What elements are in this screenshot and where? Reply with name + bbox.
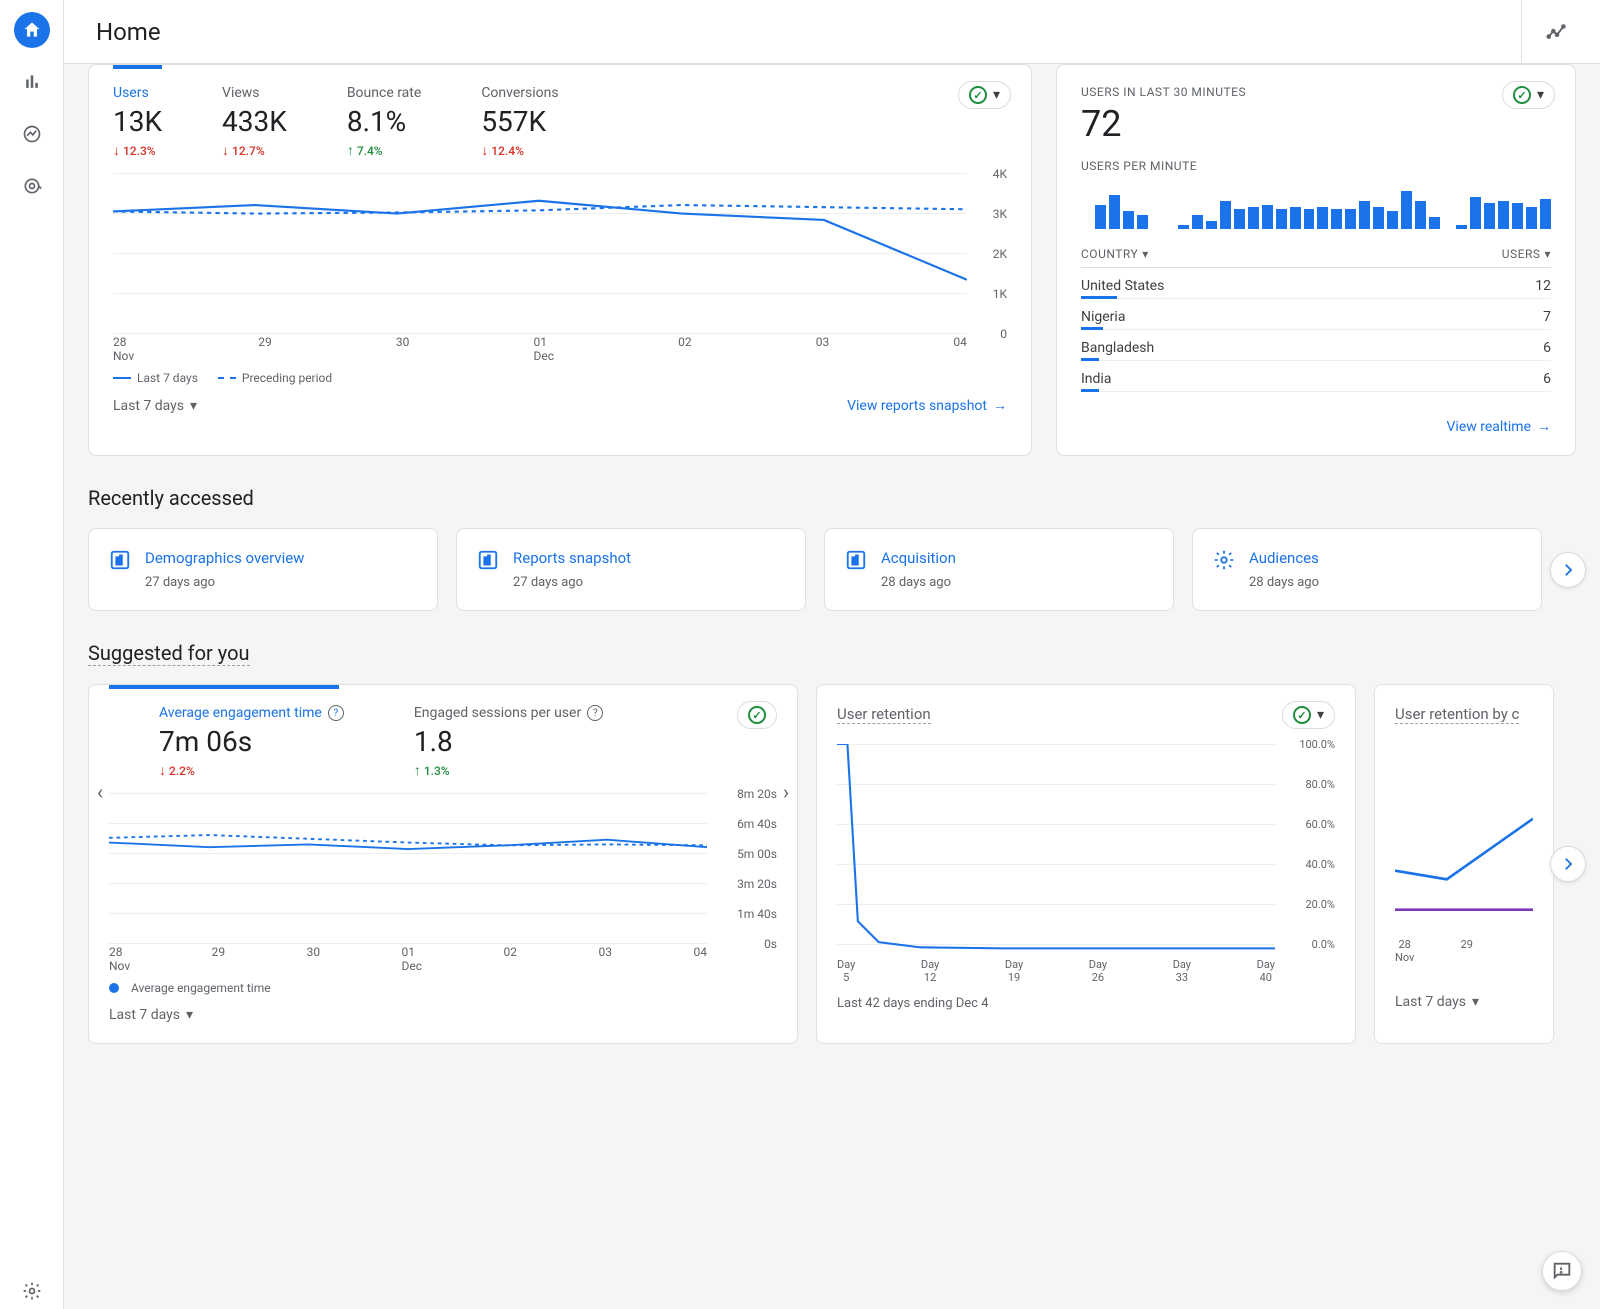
status-badge[interactable]: ✓▾: [958, 81, 1011, 109]
realtime-card: ✓▾ USERS IN LAST 30 MINUTES 72 USERS PER…: [1056, 64, 1576, 456]
nav-admin-icon[interactable]: [14, 1273, 50, 1309]
arrow-down-icon: ↓: [222, 143, 229, 159]
chart-icon: [109, 549, 131, 590]
chevron-down-icon: ▾: [1317, 707, 1324, 723]
metric-engaged-sessions[interactable]: Engaged sessions per user? 1.8 ↑ 1.3%: [414, 705, 603, 779]
retention-cohort-chart: 28 Nov29: [1395, 784, 1533, 964]
table-row[interactable]: Nigeria7: [1081, 299, 1551, 330]
chevron-down-icon: ▾: [1472, 994, 1479, 1010]
metric-views[interactable]: Views 433K ↓ 12.7%: [222, 85, 287, 159]
arrow-up-icon: ↑: [414, 763, 421, 779]
chevron-down-icon: ▾: [993, 87, 1000, 103]
section-recent: Recently accessed: [88, 486, 1576, 510]
realtime-value: 72: [1081, 103, 1551, 145]
recent-card[interactable]: Acquisition28 days ago: [824, 528, 1174, 611]
realtime-title: USERS IN LAST 30 MINUTES: [1081, 85, 1551, 99]
arrow-down-icon: ↓: [159, 763, 166, 779]
check-icon: ✓: [969, 86, 987, 104]
chart-icon: [477, 549, 499, 590]
chevron-down-icon: ▾: [186, 1007, 193, 1023]
retention-range-note: Last 42 days ending Dec 4: [837, 996, 989, 1011]
arrow-up-icon: ↑: [347, 143, 354, 159]
table-row[interactable]: India6: [1081, 361, 1551, 392]
prev-metric-button[interactable]: ‹: [97, 780, 103, 804]
gear-icon: [1213, 549, 1235, 590]
nav-home-icon[interactable]: [14, 12, 50, 48]
feedback-button[interactable]: [1542, 1251, 1582, 1291]
section-suggested: Suggested for you: [88, 641, 250, 666]
table-row[interactable]: United States12: [1081, 268, 1551, 299]
page-title: Home: [96, 18, 161, 46]
chevron-down-icon: ▾: [1537, 87, 1544, 103]
help-icon[interactable]: ?: [328, 705, 344, 721]
retention-card: ✓▾ User retention 100.0%80.0%60.0%40.0%2…: [816, 684, 1356, 1044]
metric-bounce[interactable]: Bounce rate 8.1% ↑ 7.4%: [347, 85, 421, 159]
retention-chart: 100.0%80.0%60.0%40.0%20.0%0.0% Day 5Day …: [837, 744, 1335, 984]
status-badge[interactable]: ✓▾: [1502, 81, 1555, 109]
legend-dot-icon: [109, 983, 119, 993]
date-range-dropdown[interactable]: Last 7 days ▾: [109, 1007, 193, 1023]
date-range-dropdown[interactable]: Last 7 days ▾: [113, 398, 197, 414]
country-header[interactable]: COUNTRY ▾: [1081, 247, 1149, 261]
legend-dash-icon: [218, 377, 236, 379]
recent-next-button[interactable]: [1550, 552, 1586, 588]
per-minute-chart: [1081, 181, 1551, 229]
overview-chart: 4K3K2K1K0 28 Nov293001 Dec020304: [113, 173, 1007, 363]
page-header: Home: [64, 0, 1600, 64]
help-icon[interactable]: ?: [587, 705, 603, 721]
arrow-down-icon: ↓: [113, 143, 120, 159]
arrow-right-icon: →: [993, 397, 1007, 414]
nav-advertising-icon[interactable]: [14, 168, 50, 204]
nav-reports-icon[interactable]: [14, 64, 50, 100]
chevron-down-icon: ▾: [190, 398, 197, 414]
status-badge[interactable]: ✓: [737, 701, 777, 729]
arrow-down-icon: ↓: [481, 143, 488, 159]
recent-card[interactable]: Audiences28 days ago: [1192, 528, 1542, 611]
arrow-right-icon: →: [1537, 418, 1551, 435]
metric-conversions[interactable]: Conversions 557K ↓ 12.4%: [481, 85, 558, 159]
recent-card[interactable]: Reports snapshot27 days ago: [456, 528, 806, 611]
chart-icon: [845, 549, 867, 590]
nav-explore-icon[interactable]: [14, 116, 50, 152]
view-reports-link[interactable]: View reports snapshot →: [847, 397, 1007, 414]
chart-legend: Last 7 days Preceding period: [113, 371, 1007, 385]
date-range-dropdown[interactable]: Last 7 days ▾: [1395, 994, 1479, 1010]
next-metric-button[interactable]: ›: [783, 780, 789, 804]
table-row[interactable]: Bangladesh6: [1081, 330, 1551, 361]
engagement-chart: 8m 20s6m 40s5m 00s3m 20s1m 40s0s 28 Nov2…: [109, 793, 777, 973]
check-icon: ✓: [748, 706, 766, 724]
retention-cohort-card: User retention by c 28 Nov29 Last 7 days…: [1374, 684, 1554, 1044]
overview-card: ✓▾ Users 13K ↓ 12.3% Views 433K ↓ 12.7%: [88, 64, 1032, 456]
check-icon: ✓: [1513, 86, 1531, 104]
metric-avg-engagement[interactable]: Average engagement time? 7m 06s ↓ 2.2%: [159, 705, 344, 779]
suggested-next-button[interactable]: [1550, 846, 1586, 882]
insights-icon[interactable]: [1546, 21, 1568, 43]
check-icon: ✓: [1293, 706, 1311, 724]
recent-card[interactable]: Demographics overview27 days ago: [88, 528, 438, 611]
status-badge[interactable]: ✓▾: [1282, 701, 1335, 729]
side-nav: [0, 0, 64, 1309]
engagement-card: ✓ ‹ › Average engagement time? 7m 06s ↓ …: [88, 684, 798, 1044]
recent-list: Demographics overview27 days agoReports …: [88, 528, 1576, 611]
legend-solid-icon: [113, 377, 131, 379]
metric-users[interactable]: Users 13K ↓ 12.3%: [113, 85, 162, 159]
users-header[interactable]: USERS ▾: [1502, 247, 1551, 261]
view-realtime-link[interactable]: View realtime →: [1447, 418, 1551, 435]
